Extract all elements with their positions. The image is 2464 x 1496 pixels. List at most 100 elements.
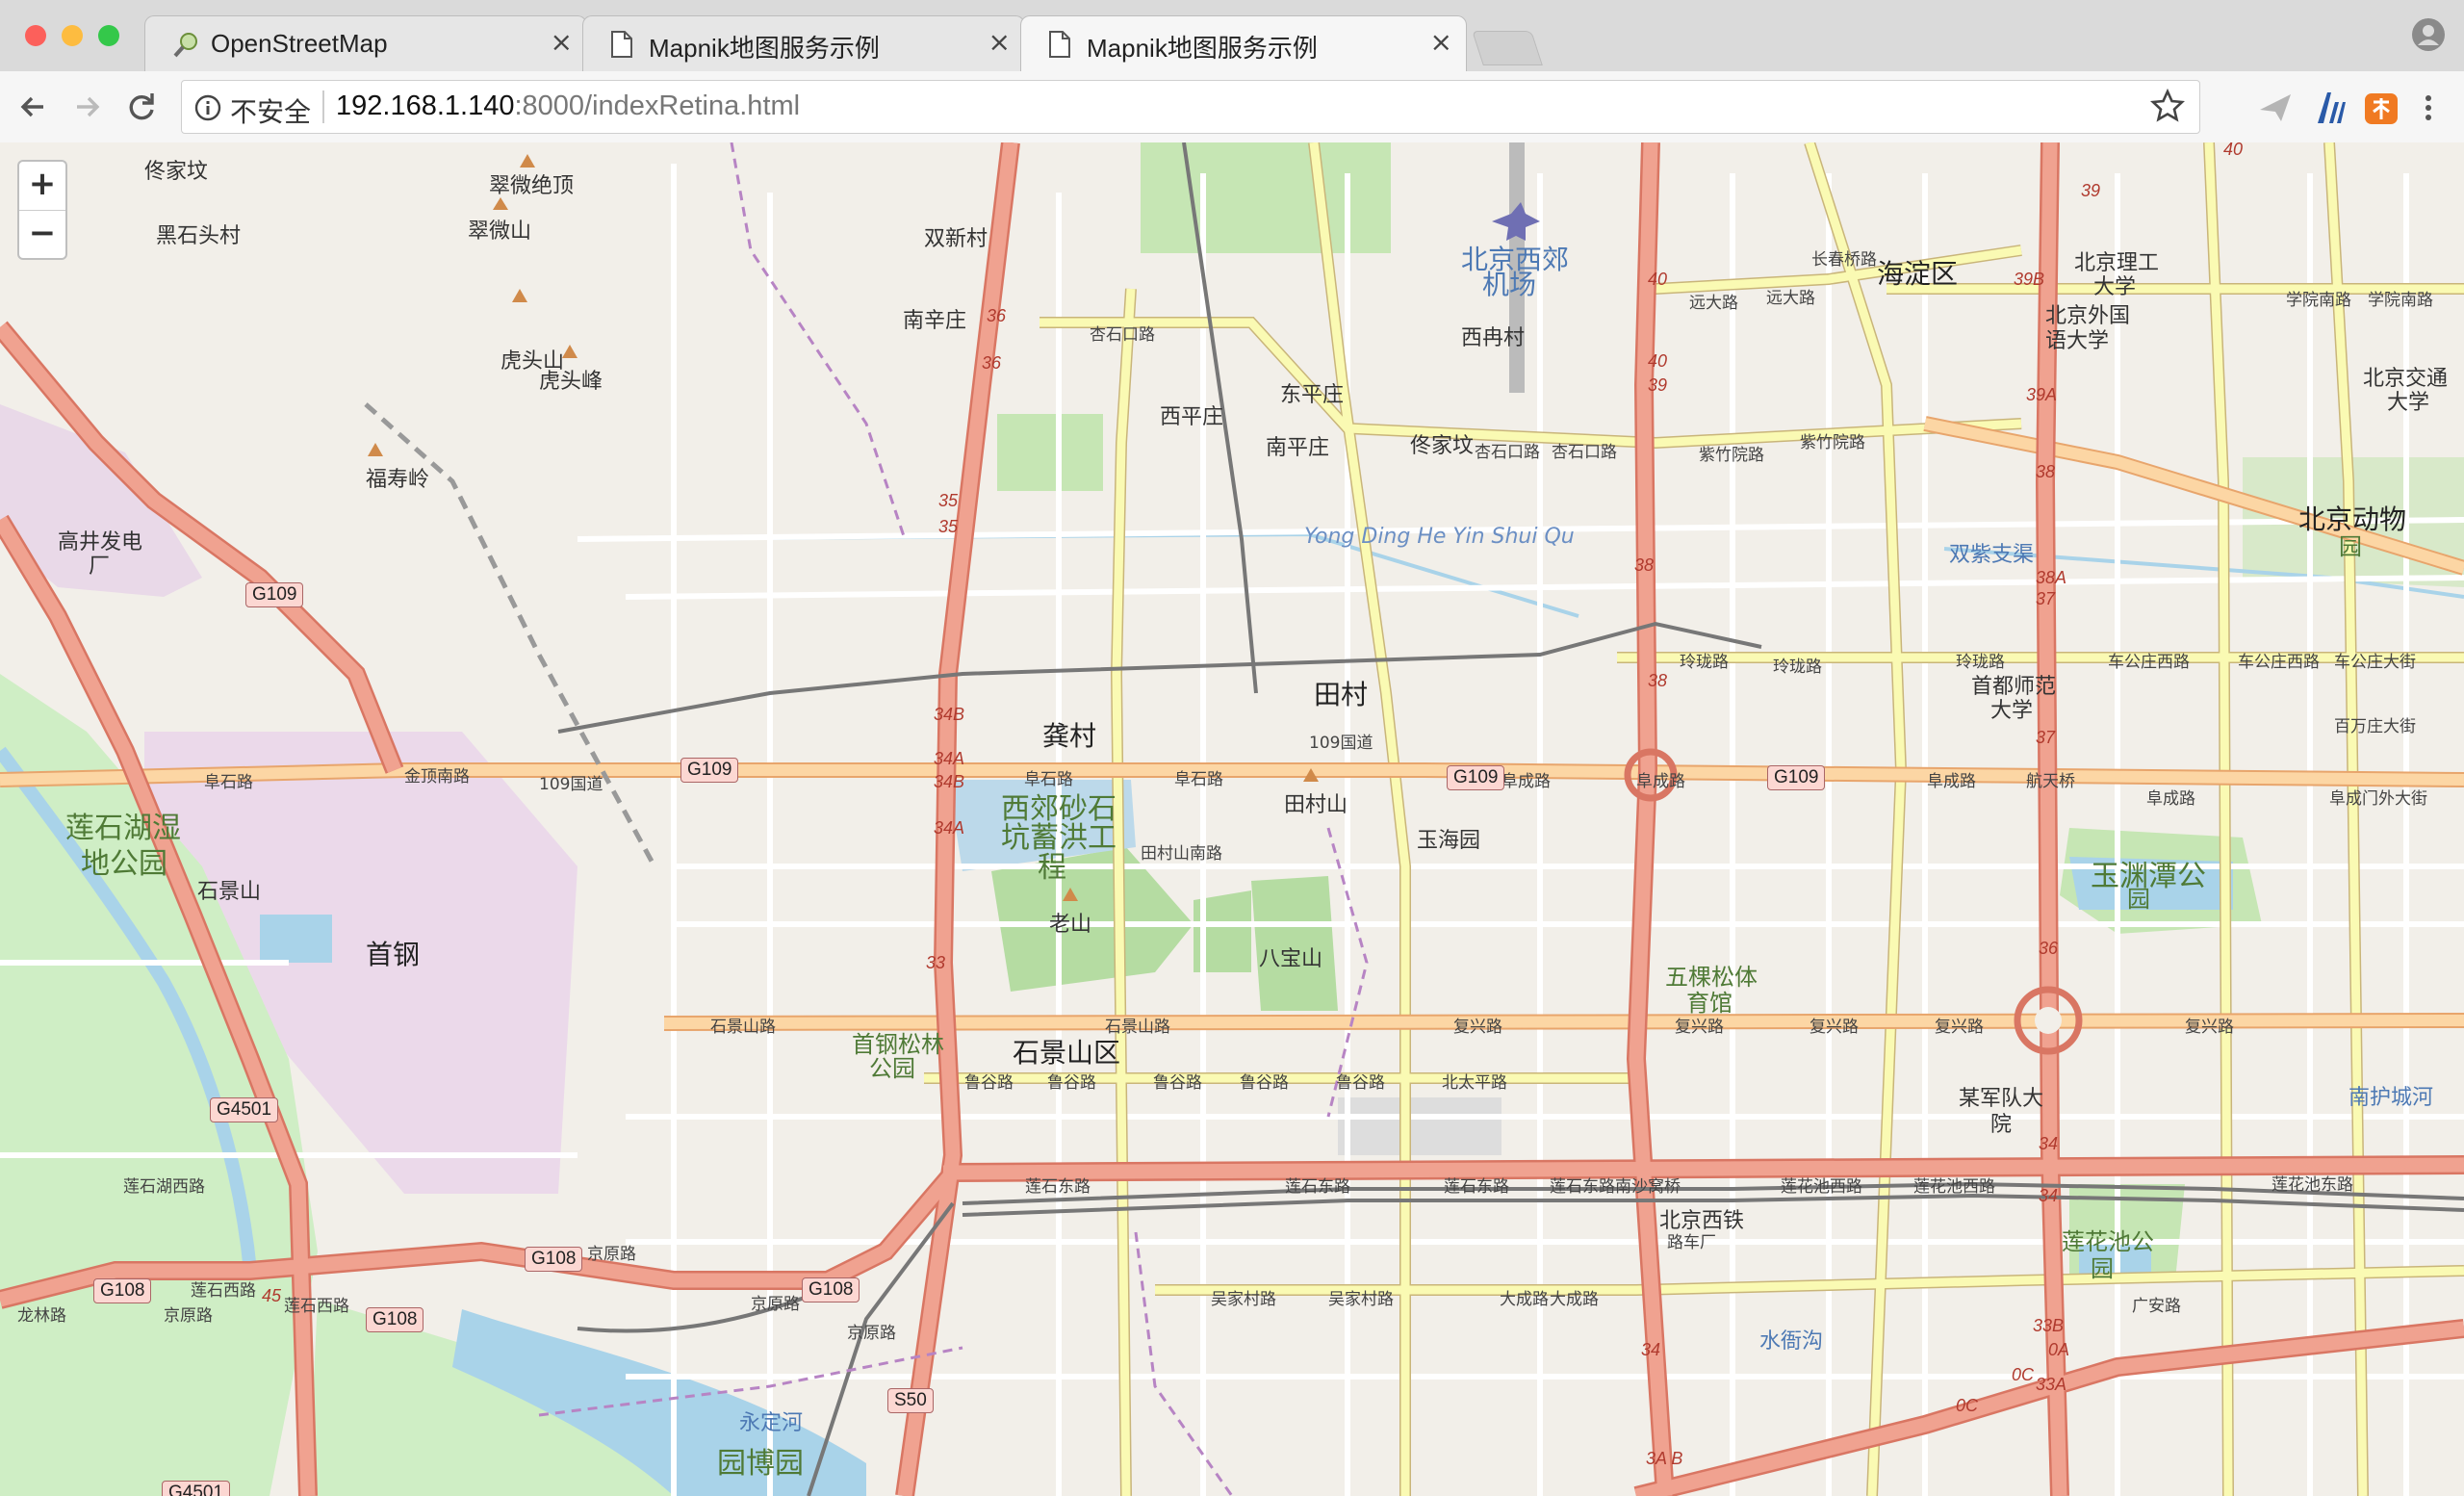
tab-label: Mapnik地图服务示例 [1087, 34, 1318, 63]
map-label: 大学 [1990, 699, 2034, 723]
map-label: 109国道 [1309, 734, 1373, 753]
tab-strip: OpenStreetMap × Mapnik地图服务示例 × Mapnik地图服… [0, 0, 2464, 71]
magnifier-icon [172, 30, 201, 63]
map-label: 莲花池东路 [2272, 1175, 2353, 1195]
map-label: 远大路 [1689, 294, 1738, 313]
map-label: 复兴路 [1810, 1018, 1859, 1037]
map-viewport[interactable]: 佟家坟 翠微绝顶 翠微山 黑石头村 双新村 南辛庄 虎头山 虎头峰 福寿岭 高井发电厂西平庄 东平庄… [0, 142, 2464, 1496]
map-label: 京原路 [847, 1324, 896, 1343]
map-label: 莲石西路 [284, 1297, 349, 1316]
map-label: 厂 [89, 555, 111, 579]
menu-kebab-icon[interactable] [2414, 89, 2443, 127]
close-tab-icon[interactable]: × [551, 26, 573, 58]
road-ref-number: 36 [982, 353, 1002, 373]
map-label: 福寿岭 [366, 468, 430, 492]
map-label: 石景山路 [710, 1018, 776, 1037]
map-label: 西冉村 [1461, 326, 1526, 350]
road-shield: G108 [802, 1277, 860, 1303]
road-shield: G109 [245, 582, 304, 607]
map-label: 八宝山 [1259, 947, 1323, 971]
road-ref-number: 40 [1648, 270, 1668, 289]
map-label: 吴家村路 [1328, 1290, 1394, 1309]
road-ref-number: 34A [934, 818, 965, 838]
info-icon[interactable] [193, 93, 222, 126]
map-label: 海淀区 [1877, 258, 1959, 290]
url-text[interactable]: 192.168.1.140:8000/indexRetina.html [336, 90, 800, 122]
close-tab-icon[interactable]: × [988, 26, 1011, 58]
map-label: 园 [2127, 886, 2150, 913]
map-label: 双新村 [924, 227, 988, 251]
extension-plane-icon[interactable] [2256, 89, 2295, 127]
road-shield: G109 [1767, 765, 1826, 790]
zoom-out-button[interactable]: − [19, 211, 65, 259]
maximize-window-button[interactable] [98, 25, 119, 46]
map-label: 地公园 [81, 847, 167, 881]
back-button[interactable] [12, 85, 56, 129]
extension-a-icon[interactable] [2310, 89, 2348, 127]
map-label: 航天桥 [2026, 772, 2075, 791]
road-ref-number: 39 [1648, 375, 1668, 395]
map-label: 长春桥路 [1811, 250, 1877, 270]
address-bar[interactable]: 不安全 192.168.1.140:8000/indexRetina.html [181, 80, 2200, 134]
url-host: 192.168.1.140 [336, 90, 515, 121]
map-label: 阜成路 [1502, 772, 1551, 791]
tab-label: OpenStreetMap [211, 29, 388, 58]
road-shield: G108 [366, 1307, 424, 1332]
map-label: 园博园 [717, 1447, 804, 1481]
road-ref-number: 35 [938, 517, 959, 536]
road-ref-number: 39 [2081, 181, 2101, 200]
map-label: 莲花池西路 [1913, 1177, 1995, 1197]
map-label: 杏石口路 [1090, 325, 1155, 345]
map-label: 公园 [869, 1055, 915, 1082]
map-label: 京原路 [751, 1295, 800, 1314]
road-ref-number: 34 [1641, 1340, 1661, 1359]
map-label: 鲁谷路 [1240, 1073, 1289, 1093]
road-ref-number: 39B [2014, 270, 2045, 289]
map-label: 杏石口路 [1475, 443, 1540, 462]
road-shield: G109 [680, 758, 739, 783]
road-shield: S50 [887, 1388, 934, 1413]
road-shield: G4501 [210, 1097, 279, 1122]
map-label: 机场 [1482, 269, 1537, 300]
reload-button[interactable] [119, 85, 164, 129]
road-shield: G108 [93, 1278, 152, 1303]
forward-button[interactable] [65, 85, 110, 129]
map-label: 莲石东路 [1285, 1177, 1350, 1197]
road-shield: G108 [525, 1247, 583, 1272]
road-shield: G109 [1447, 765, 1505, 790]
url-path: :8000/indexRetina.html [514, 90, 801, 121]
profile-icon[interactable] [2411, 17, 2446, 52]
map-label: 南平庄 [1266, 436, 1330, 460]
tab-mapnik-2[interactable]: Mapnik地图服务示例 × [1020, 15, 1467, 71]
close-tab-icon[interactable]: × [1430, 26, 1452, 58]
browser-toolbar: 不安全 192.168.1.140:8000/indexRetina.html [0, 71, 2464, 143]
tab-label: Mapnik地图服务示例 [649, 34, 880, 63]
map-label: 院 [1990, 1113, 2013, 1137]
map-label: 园 [2091, 1255, 2114, 1282]
page-icon [1048, 30, 1071, 63]
map-label: 阜石路 [1024, 770, 1073, 789]
map-label: 鲁谷路 [964, 1073, 1014, 1093]
map-label: 京原路 [587, 1245, 636, 1264]
map-label: 田村山南路 [1141, 844, 1222, 864]
extension-translate-icon[interactable] [2362, 89, 2400, 127]
map-label: 莲石湖西路 [123, 1177, 205, 1197]
zoom-in-button[interactable]: + [19, 162, 65, 211]
map-label: 双紫支渠 [1949, 543, 2035, 567]
tab-openstreetmap[interactable]: OpenStreetMap × [144, 15, 587, 71]
map-label: 田村 [1314, 679, 1369, 710]
minimize-window-button[interactable] [62, 25, 83, 46]
map-label: 东平庄 [1280, 383, 1345, 407]
new-tab-button[interactable] [1472, 31, 1543, 65]
map-label: 园 [2339, 533, 2362, 560]
map-label: 佟家坟 [1410, 434, 1475, 458]
map-label: Yong Ding He Yin Shui Qu [1304, 525, 1575, 549]
map-label: 南辛庄 [903, 309, 967, 333]
road-ref-number: 33A [2036, 1375, 2067, 1394]
tab-mapnik-1[interactable]: Mapnik地图服务示例 × [582, 15, 1025, 71]
map-label: 大学 [2093, 275, 2137, 299]
close-window-button[interactable] [25, 25, 46, 46]
bookmark-star-icon[interactable] [2149, 88, 2186, 128]
map-label: 阜石路 [204, 773, 253, 792]
map-label: 杏石口路 [1552, 443, 1617, 462]
